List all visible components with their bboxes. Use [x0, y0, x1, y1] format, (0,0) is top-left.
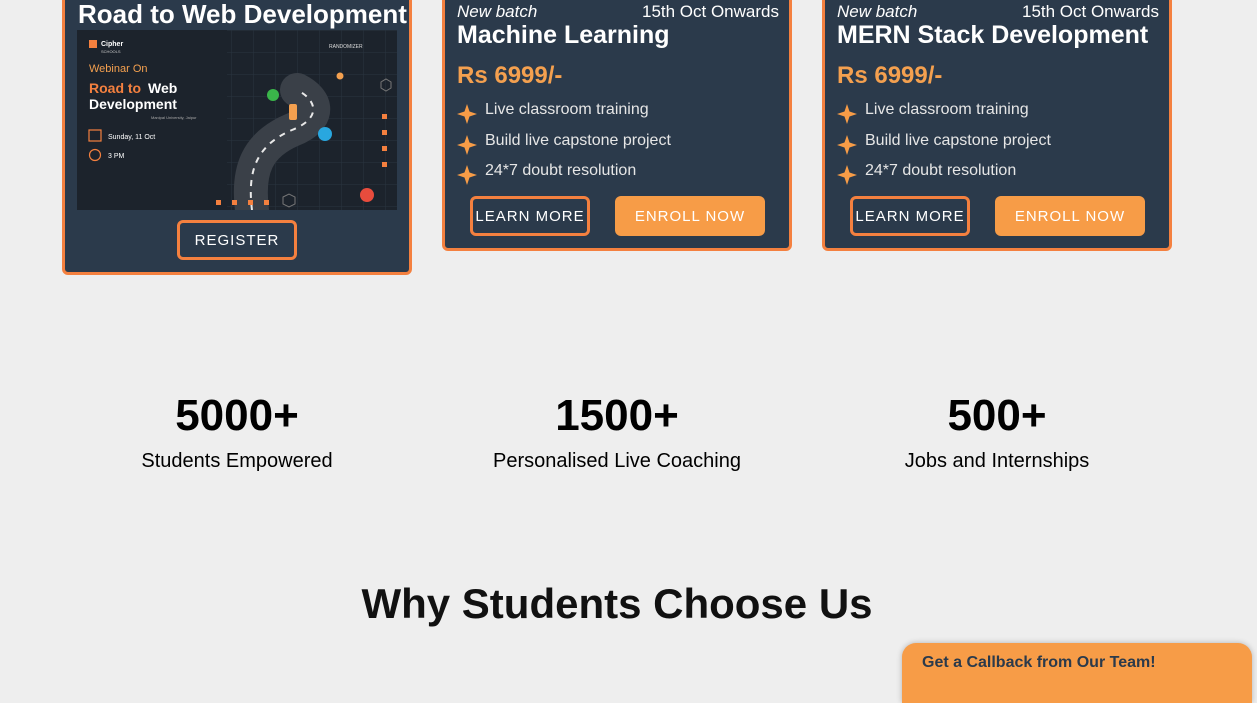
stat-number: 500+	[947, 391, 1047, 440]
feature-label: 24*7 doubt resolution	[485, 162, 637, 180]
four-point-star-icon	[457, 165, 477, 186]
stat-number: 1500+	[555, 391, 679, 440]
svg-text:RANDOMIZER: RANDOMIZER	[329, 44, 363, 50]
four-point-star-icon	[837, 134, 857, 155]
course-card-machine-learning: New batch 15th Oct Onwards Machine Learn…	[442, 0, 792, 251]
course-title: Machine Learning	[457, 21, 670, 49]
enroll-now-button[interactable]: ENROLL NOW	[615, 196, 765, 236]
feature-label: 24*7 doubt resolution	[865, 162, 1017, 180]
svg-text:SCHOOLS: SCHOOLS	[101, 49, 121, 54]
batch-row: New batch 15th Oct Onwards	[457, 2, 779, 22]
callback-widget-button[interactable]: Get a Callback from Our Team!	[902, 643, 1252, 703]
section-title: Why Students Choose Us	[361, 580, 873, 627]
course-price: Rs 6999/-	[457, 62, 563, 89]
batch-label: New batch	[457, 2, 538, 21]
batch-label: New batch	[837, 2, 918, 21]
batch-date: 15th Oct Onwards	[1021, 2, 1159, 21]
four-point-star-icon	[457, 104, 477, 125]
svg-text:Webinar On: Webinar On	[89, 63, 148, 75]
stat-jobs: 500+ Jobs and Internships	[807, 394, 1187, 473]
webinar-banner-image[interactable]: Cipher SCHOOLS RANDOMIZER Webinar On Roa…	[77, 30, 397, 210]
batch-row: New batch 15th Oct Onwards	[837, 2, 1159, 22]
feature-item: Live classroom training	[457, 95, 671, 126]
svg-text:Development: Development	[89, 96, 177, 112]
four-point-star-icon	[457, 134, 477, 155]
course-price: Rs 6999/-	[837, 62, 943, 89]
svg-text:Road to: Road to	[89, 80, 141, 96]
webinar-card: Road to Web Development Cipher SCHOOLS R…	[62, 0, 412, 275]
stat-number: 5000+	[175, 391, 299, 440]
stat-coaching: 1500+ Personalised Live Coaching	[427, 394, 807, 473]
course-card-mern-stack: New batch 15th Oct Onwards MERN Stack De…	[822, 0, 1172, 251]
batch-date: 15th Oct Onwards	[641, 2, 779, 21]
feature-item: 24*7 doubt resolution	[457, 156, 671, 187]
feature-list: Live classroom training Build live capst…	[457, 95, 671, 187]
feature-item: 24*7 doubt resolution	[837, 156, 1051, 187]
four-point-star-icon	[837, 165, 857, 186]
feature-label: Live classroom training	[865, 101, 1029, 119]
svg-text:Web: Web	[148, 80, 177, 96]
stat-label: Students Empowered	[141, 450, 333, 472]
learn-more-button[interactable]: LEARN MORE	[470, 196, 590, 236]
feature-item: Build live capstone project	[837, 126, 1051, 157]
stat-label: Jobs and Internships	[904, 450, 1090, 472]
stat-students: 5000+ Students Empowered	[47, 394, 427, 473]
feature-label: Build live capstone project	[485, 131, 671, 149]
webinar-banner-graphic: Cipher SCHOOLS RANDOMIZER Webinar On Roa…	[77, 30, 397, 210]
feature-item: Live classroom training	[837, 95, 1051, 126]
feature-label: Live classroom training	[485, 101, 649, 119]
feature-item: Build live capstone project	[457, 126, 671, 157]
svg-text:3 PM: 3 PM	[108, 153, 125, 160]
svg-text:Manipal University, Jaipur: Manipal University, Jaipur	[151, 115, 197, 120]
stat-label: Personalised Live Coaching	[493, 450, 741, 472]
feature-list: Live classroom training Build live capst…	[837, 95, 1051, 187]
register-button[interactable]: REGISTER	[177, 220, 297, 260]
webinar-title: Road to Web Development	[78, 0, 407, 29]
feature-label: Build live capstone project	[865, 131, 1051, 149]
svg-text:Sunday, 11 Oct: Sunday, 11 Oct	[108, 134, 155, 141]
cipher-logo-icon	[89, 40, 97, 48]
learn-more-button[interactable]: LEARN MORE	[850, 196, 970, 236]
enroll-now-button[interactable]: ENROLL NOW	[995, 196, 1145, 236]
four-point-star-icon	[837, 104, 857, 125]
course-title: MERN Stack Development	[837, 21, 1149, 49]
svg-text:Cipher: Cipher	[101, 41, 123, 48]
